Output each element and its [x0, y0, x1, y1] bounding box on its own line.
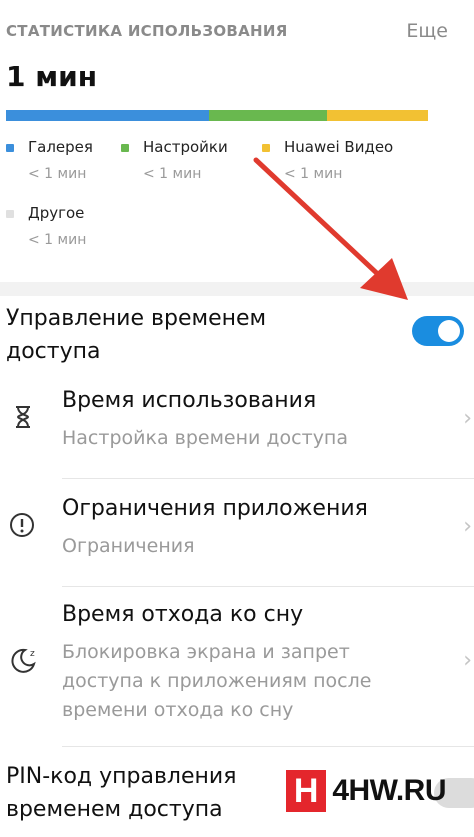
usage-bar-segment-gallery	[6, 110, 209, 121]
chevron-right-icon: ›	[463, 406, 472, 431]
svg-text:z: z	[30, 649, 35, 659]
menu-item-title: Время отхода ко сну	[62, 602, 304, 627]
menu-item-app-limits[interactable]: Ограничения приложения Ограничения ›	[0, 488, 474, 584]
usage-stacked-bar	[6, 110, 428, 121]
legend-name: Настройки	[143, 138, 228, 156]
more-button[interactable]: Еще	[406, 20, 448, 42]
legend-value: < 1 мин	[143, 166, 202, 182]
menu-item-usage-time[interactable]: Время использования Настройка времени до…	[0, 380, 474, 476]
legend-color-dot	[6, 144, 14, 152]
legend-name: Huawei Видео	[284, 138, 394, 156]
menu-item-subtitle: Ограничения	[62, 535, 195, 557]
hourglass-icon	[8, 402, 38, 432]
legend-value: < 1 мин	[28, 232, 87, 248]
watermark-text: 4HW.RU	[332, 774, 446, 807]
moon-sleep-icon: z	[8, 644, 38, 674]
site-watermark: H 4HW.RU	[286, 768, 446, 814]
watermark-logo: H	[286, 770, 327, 812]
legend-name: Галерея	[28, 138, 93, 156]
alert-circle-icon	[8, 510, 38, 540]
menu-divider	[62, 746, 474, 747]
chevron-right-icon: ›	[463, 514, 472, 539]
menu-divider	[62, 586, 474, 587]
menu-item-subtitle: Настройка времени доступа	[62, 427, 349, 449]
section-divider	[0, 282, 474, 296]
menu-divider	[62, 478, 474, 479]
toggle-knob	[438, 320, 460, 342]
total-usage-time: 1 мин	[6, 60, 98, 93]
legend-color-dot	[262, 144, 270, 152]
legend-value: < 1 мин	[28, 166, 87, 182]
legend-color-dot	[6, 210, 14, 218]
chevron-right-icon: ›	[463, 648, 472, 673]
legend-name: Другое	[28, 204, 85, 222]
menu-item-title: Время использования	[62, 388, 317, 413]
legend-value: < 1 мин	[284, 166, 343, 182]
pin-label: PIN-код управления временем доступа	[6, 764, 237, 822]
access-control-toggle[interactable]	[412, 316, 464, 346]
menu-item-title: Ограничения приложения	[62, 496, 368, 521]
usage-bar-segment-settings	[208, 110, 327, 121]
usage-bar-segment-video	[326, 110, 428, 121]
section-title: СТАТИСТИКА ИСПОЛЬЗОВАНИЯ	[6, 22, 288, 40]
menu-item-bedtime[interactable]: z Время отхода ко сну Блокировка экрана …	[0, 598, 474, 738]
access-control-label: Управление временем доступа	[6, 306, 267, 364]
menu-item-subtitle: Блокировка экрана и запрет доступа к при…	[62, 641, 372, 721]
legend-color-dot	[121, 144, 129, 152]
